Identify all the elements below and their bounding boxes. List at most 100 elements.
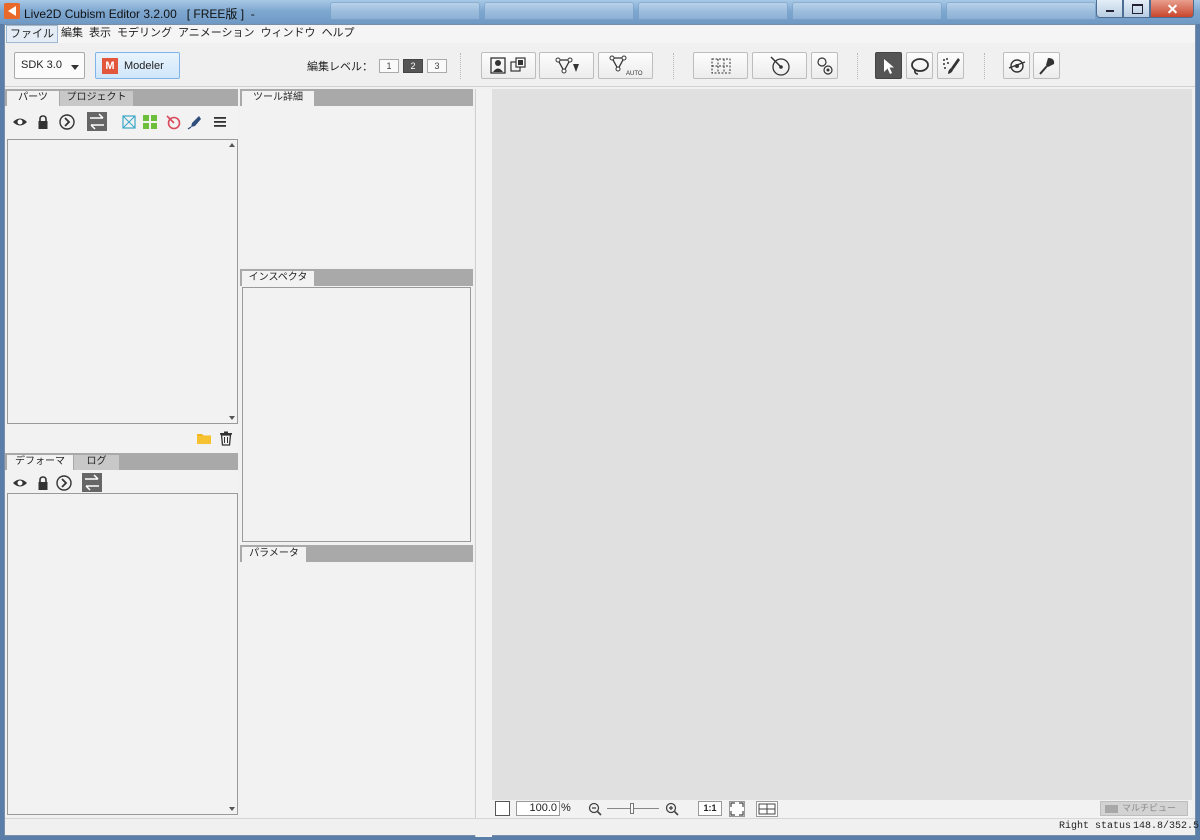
chevron-down-icon <box>71 65 79 70</box>
deformer-list[interactable] <box>7 493 238 815</box>
inspector-tabs: インスペクタ <box>240 269 473 286</box>
main-toolbar: SDK 3.0 M Modeler 編集レベル： 1 2 3 AUTO <box>5 43 1195 87</box>
parts-panel-tabs: パーツ プロジェクト <box>5 89 238 106</box>
zoom-1-1-button[interactable]: 1:1 <box>698 801 722 816</box>
status-bar: Right status 148.8/352.5 <box>5 818 1199 835</box>
rotation-deformer-button[interactable] <box>752 52 807 79</box>
expand-circle-icon[interactable] <box>56 475 72 491</box>
parameter-tabs: パラメータ <box>240 545 473 562</box>
swap-arrows-icon[interactable] <box>87 112 107 131</box>
modeler-mode-button[interactable]: M Modeler <box>95 52 180 79</box>
edit-level-label: 編集レベル： <box>307 61 373 73</box>
parts-panel: パーツ プロジェクト <box>5 89 238 451</box>
toolbar-separator <box>984 53 985 79</box>
maximize-button[interactable] <box>1123 0 1150 18</box>
tab-deformer[interactable]: デフォーマ <box>7 455 73 470</box>
scroll-up-icon[interactable] <box>229 143 235 147</box>
parts-list[interactable] <box>7 139 238 424</box>
tab-parameter[interactable]: パラメータ <box>242 547 306 562</box>
pin-tool-button[interactable] <box>1033 52 1060 79</box>
mesh-edit-button[interactable] <box>539 52 594 79</box>
pen-filter-icon[interactable] <box>186 114 202 130</box>
deformer-panel-tabs: デフォーマ ログ <box>5 453 238 470</box>
menu-edit[interactable]: 編集 <box>58 25 86 43</box>
right-status-label: Right status <box>1059 821 1132 832</box>
zoom-slider-thumb[interactable] <box>630 803 634 814</box>
folder-icon[interactable] <box>196 430 212 446</box>
sdk-version-select[interactable]: SDK 3.0 <box>14 52 85 79</box>
modeler-label: Modeler <box>124 59 164 72</box>
menu-animation[interactable]: アニメーション <box>175 25 258 43</box>
window-titlebar[interactable]: Live2D Cubism Editor 3.2.00 [ FREE版 ] - <box>0 0 1200 24</box>
tab-inspector[interactable]: インスペクタ <box>242 271 314 286</box>
lasso-select-button[interactable] <box>906 52 933 79</box>
tab-project[interactable]: プロジェクト <box>60 91 133 106</box>
warp-filter-icon[interactable] <box>142 114 158 130</box>
edit-level-group: 編集レベル： 1 2 3 <box>307 58 447 74</box>
mesh-pen-icon <box>555 57 579 73</box>
hamburger-menu-icon[interactable] <box>212 114 228 130</box>
cursor-coordinates: 148.8/352.5 <box>1133 821 1200 832</box>
parameter-panel: パラメータ <box>240 545 473 817</box>
trash-icon[interactable] <box>218 430 234 446</box>
sdk-version-value: SDK 3.0 <box>21 59 62 71</box>
menu-window[interactable]: ウィンドウ <box>258 25 319 43</box>
menu-file[interactable]: ファイル <box>6 25 58 43</box>
eye-icon[interactable] <box>12 114 28 130</box>
scroll-down-icon[interactable] <box>229 416 235 420</box>
window-title: Live2D Cubism Editor 3.2.00 [ FREE版 ] - <box>24 7 255 21</box>
canvas-viewport[interactable] <box>492 89 1192 800</box>
edit-level-1-button[interactable]: 1 <box>379 59 399 73</box>
deformer-panel: デフォーマ ログ <box>5 451 238 817</box>
select-arrow-button[interactable] <box>875 52 902 79</box>
scroll-down-icon[interactable] <box>229 807 235 811</box>
texture-atlas-button[interactable] <box>481 52 536 79</box>
expand-circle-icon[interactable] <box>59 114 75 130</box>
multiview-icon <box>1105 805 1118 813</box>
menubar: ファイル 編集 表示 モデリング アニメーション ウィンドウ ヘルプ <box>5 25 1195 43</box>
tab-tool-detail[interactable]: ツール詳細 <box>242 91 314 106</box>
toolbar-separator <box>673 53 674 79</box>
fit-to-window-icon[interactable] <box>729 801 745 817</box>
viewport-bottom-bar: 100.0 % 1:1 マルチビュー <box>492 800 1192 818</box>
auto-label: AUTO <box>626 71 643 77</box>
auto-mesh-button[interactable]: AUTO <box>598 52 653 79</box>
toolbar-separator <box>857 53 858 79</box>
zoom-out-icon[interactable] <box>587 801 603 817</box>
close-button[interactable] <box>1150 0 1194 18</box>
mesh-filter-icon[interactable] <box>121 114 137 130</box>
swap-arrows-icon[interactable] <box>82 473 102 492</box>
eye-icon[interactable] <box>12 475 28 491</box>
menu-modeling[interactable]: モデリング <box>114 25 175 43</box>
multiview-button[interactable]: マルチビュー <box>1100 801 1188 816</box>
lock-icon[interactable] <box>35 114 51 130</box>
background-taskbar-tabs <box>330 2 1096 22</box>
lasso-icon <box>910 57 929 75</box>
tab-log[interactable]: ログ <box>74 455 119 470</box>
menu-help[interactable]: ヘルプ <box>319 25 358 43</box>
brush-select-button[interactable] <box>937 52 964 79</box>
toolbar-separator <box>460 53 461 79</box>
modeler-icon: M <box>102 57 118 74</box>
arm-deform-icon <box>1008 58 1025 73</box>
edit-level-3-button[interactable]: 3 <box>427 59 447 73</box>
zoom-in-icon[interactable] <box>664 801 680 817</box>
zoom-unit: % <box>561 802 571 814</box>
zoom-input[interactable]: 100.0 <box>516 801 560 816</box>
background-color-swatch[interactable] <box>495 801 510 816</box>
edit-level-2-button[interactable]: 2 <box>403 59 423 73</box>
lock-icon[interactable] <box>35 475 51 491</box>
rotation-filter-icon[interactable] <box>165 114 181 130</box>
tab-parts[interactable]: パーツ <box>7 91 59 106</box>
minimize-button[interactable] <box>1096 0 1123 18</box>
arm-deform-button[interactable] <box>1003 52 1030 79</box>
rotation-deformer-icon <box>769 55 790 76</box>
deformer-toolbar <box>5 473 238 495</box>
glue-button[interactable] <box>811 52 838 79</box>
person-image-icon <box>489 56 526 74</box>
warp-deformer-button[interactable] <box>693 52 748 79</box>
menu-view[interactable]: 表示 <box>86 25 114 43</box>
grid-toggle-icon[interactable] <box>756 801 778 817</box>
glue-icon <box>816 56 833 75</box>
parts-toolbar <box>5 111 238 133</box>
